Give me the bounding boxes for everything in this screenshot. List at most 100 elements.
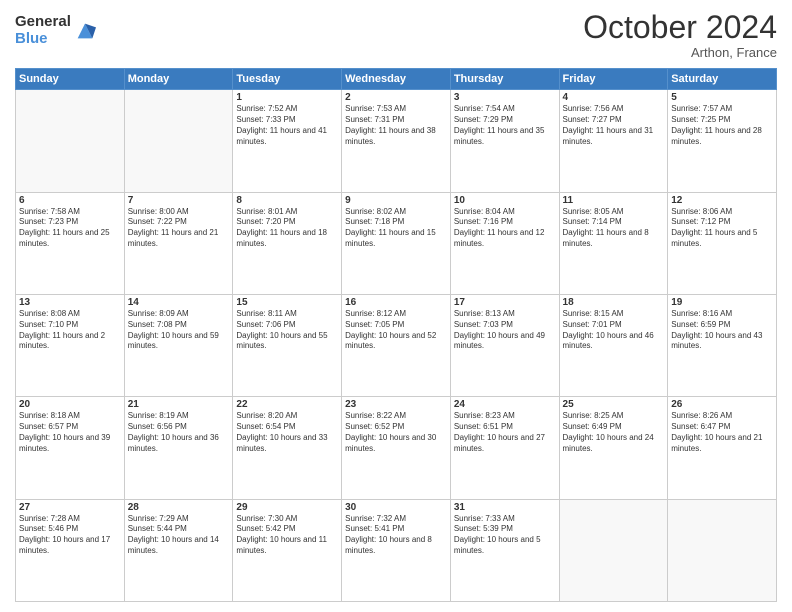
day-number: 14 [128,297,230,308]
calendar-week-3: 20Sunrise: 8:18 AM Sunset: 6:57 PM Dayli… [16,397,777,499]
col-wednesday: Wednesday [342,69,451,90]
calendar-cell: 30Sunrise: 7:32 AM Sunset: 5:41 PM Dayli… [342,499,451,601]
calendar-cell: 16Sunrise: 8:12 AM Sunset: 7:05 PM Dayli… [342,294,451,396]
calendar-cell: 13Sunrise: 8:08 AM Sunset: 7:10 PM Dayli… [16,294,125,396]
day-info: Sunrise: 8:18 AM Sunset: 6:57 PM Dayligh… [19,411,121,454]
header: General Blue October 2024 Arthon, France [15,10,777,60]
calendar-cell: 26Sunrise: 8:26 AM Sunset: 6:47 PM Dayli… [668,397,777,499]
col-saturday: Saturday [668,69,777,90]
calendar-table: Sunday Monday Tuesday Wednesday Thursday… [15,68,777,602]
day-info: Sunrise: 8:20 AM Sunset: 6:54 PM Dayligh… [236,411,338,454]
day-info: Sunrise: 8:11 AM Sunset: 7:06 PM Dayligh… [236,309,338,352]
day-number: 8 [236,195,338,206]
day-number: 29 [236,502,338,513]
day-info: Sunrise: 8:22 AM Sunset: 6:52 PM Dayligh… [345,411,447,454]
col-tuesday: Tuesday [233,69,342,90]
calendar-cell: 11Sunrise: 8:05 AM Sunset: 7:14 PM Dayli… [559,192,668,294]
day-number: 20 [19,399,121,410]
col-friday: Friday [559,69,668,90]
calendar-week-4: 27Sunrise: 7:28 AM Sunset: 5:46 PM Dayli… [16,499,777,601]
day-number: 4 [563,92,665,103]
day-number: 24 [454,399,556,410]
day-number: 2 [345,92,447,103]
day-info: Sunrise: 8:01 AM Sunset: 7:20 PM Dayligh… [236,207,338,250]
calendar-cell: 8Sunrise: 8:01 AM Sunset: 7:20 PM Daylig… [233,192,342,294]
calendar-cell: 19Sunrise: 8:16 AM Sunset: 6:59 PM Dayli… [668,294,777,396]
day-number: 23 [345,399,447,410]
calendar-cell: 5Sunrise: 7:57 AM Sunset: 7:25 PM Daylig… [668,90,777,192]
day-number: 21 [128,399,230,410]
day-number: 6 [19,195,121,206]
calendar-cell [668,499,777,601]
day-number: 3 [454,92,556,103]
calendar-cell: 10Sunrise: 8:04 AM Sunset: 7:16 PM Dayli… [450,192,559,294]
day-number: 27 [19,502,121,513]
day-info: Sunrise: 7:54 AM Sunset: 7:29 PM Dayligh… [454,104,556,147]
day-number: 5 [671,92,773,103]
day-info: Sunrise: 8:13 AM Sunset: 7:03 PM Dayligh… [454,309,556,352]
day-number: 17 [454,297,556,308]
calendar-cell: 18Sunrise: 8:15 AM Sunset: 7:01 PM Dayli… [559,294,668,396]
day-info: Sunrise: 7:32 AM Sunset: 5:41 PM Dayligh… [345,514,447,557]
month-title: October 2024 [583,10,777,45]
col-thursday: Thursday [450,69,559,90]
calendar-cell: 31Sunrise: 7:33 AM Sunset: 5:39 PM Dayli… [450,499,559,601]
day-info: Sunrise: 8:00 AM Sunset: 7:22 PM Dayligh… [128,207,230,250]
calendar-cell: 7Sunrise: 8:00 AM Sunset: 7:22 PM Daylig… [124,192,233,294]
day-info: Sunrise: 7:58 AM Sunset: 7:23 PM Dayligh… [19,207,121,250]
day-number: 15 [236,297,338,308]
location: Arthon, France [583,45,777,60]
col-sunday: Sunday [16,69,125,90]
page: General Blue October 2024 Arthon, France… [0,0,792,612]
day-info: Sunrise: 8:12 AM Sunset: 7:05 PM Dayligh… [345,309,447,352]
day-number: 28 [128,502,230,513]
calendar-cell: 2Sunrise: 7:53 AM Sunset: 7:31 PM Daylig… [342,90,451,192]
day-number: 19 [671,297,773,308]
day-number: 26 [671,399,773,410]
day-number: 1 [236,92,338,103]
calendar-cell: 27Sunrise: 7:28 AM Sunset: 5:46 PM Dayli… [16,499,125,601]
calendar-cell: 1Sunrise: 7:52 AM Sunset: 7:33 PM Daylig… [233,90,342,192]
day-number: 9 [345,195,447,206]
calendar-cell: 6Sunrise: 7:58 AM Sunset: 7:23 PM Daylig… [16,192,125,294]
day-number: 16 [345,297,447,308]
day-number: 13 [19,297,121,308]
day-number: 12 [671,195,773,206]
calendar-cell: 25Sunrise: 8:25 AM Sunset: 6:49 PM Dayli… [559,397,668,499]
calendar-cell: 20Sunrise: 8:18 AM Sunset: 6:57 PM Dayli… [16,397,125,499]
logo: General Blue [15,14,96,47]
day-info: Sunrise: 8:06 AM Sunset: 7:12 PM Dayligh… [671,207,773,250]
day-info: Sunrise: 8:26 AM Sunset: 6:47 PM Dayligh… [671,411,773,454]
day-info: Sunrise: 7:33 AM Sunset: 5:39 PM Dayligh… [454,514,556,557]
day-info: Sunrise: 8:15 AM Sunset: 7:01 PM Dayligh… [563,309,665,352]
calendar-week-2: 13Sunrise: 8:08 AM Sunset: 7:10 PM Dayli… [16,294,777,396]
calendar-cell: 15Sunrise: 8:11 AM Sunset: 7:06 PM Dayli… [233,294,342,396]
day-info: Sunrise: 7:30 AM Sunset: 5:42 PM Dayligh… [236,514,338,557]
calendar-cell: 12Sunrise: 8:06 AM Sunset: 7:12 PM Dayli… [668,192,777,294]
day-number: 30 [345,502,447,513]
day-info: Sunrise: 8:25 AM Sunset: 6:49 PM Dayligh… [563,411,665,454]
calendar-cell: 21Sunrise: 8:19 AM Sunset: 6:56 PM Dayli… [124,397,233,499]
logo-general-text: General [15,14,71,31]
title-block: October 2024 Arthon, France [583,10,777,60]
day-info: Sunrise: 7:57 AM Sunset: 7:25 PM Dayligh… [671,104,773,147]
day-info: Sunrise: 8:09 AM Sunset: 7:08 PM Dayligh… [128,309,230,352]
day-number: 31 [454,502,556,513]
calendar-cell [16,90,125,192]
calendar-cell: 9Sunrise: 8:02 AM Sunset: 7:18 PM Daylig… [342,192,451,294]
calendar-week-1: 6Sunrise: 7:58 AM Sunset: 7:23 PM Daylig… [16,192,777,294]
day-number: 25 [563,399,665,410]
day-number: 11 [563,195,665,206]
day-info: Sunrise: 8:19 AM Sunset: 6:56 PM Dayligh… [128,411,230,454]
header-row: Sunday Monday Tuesday Wednesday Thursday… [16,69,777,90]
day-info: Sunrise: 8:02 AM Sunset: 7:18 PM Dayligh… [345,207,447,250]
day-number: 22 [236,399,338,410]
calendar-cell [124,90,233,192]
logo-blue-text: Blue [15,31,71,48]
day-info: Sunrise: 8:05 AM Sunset: 7:14 PM Dayligh… [563,207,665,250]
day-number: 10 [454,195,556,206]
day-info: Sunrise: 8:23 AM Sunset: 6:51 PM Dayligh… [454,411,556,454]
day-number: 7 [128,195,230,206]
calendar-cell: 14Sunrise: 8:09 AM Sunset: 7:08 PM Dayli… [124,294,233,396]
calendar-cell: 28Sunrise: 7:29 AM Sunset: 5:44 PM Dayli… [124,499,233,601]
